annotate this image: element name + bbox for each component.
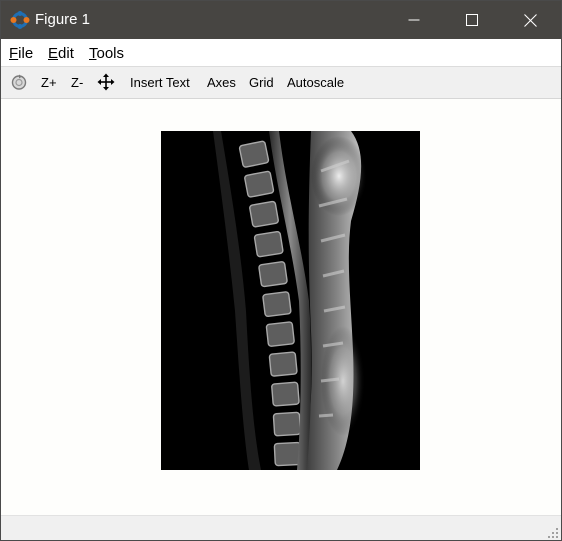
title-bar[interactable]: Figure 1 [1,1,561,39]
status-bar [1,515,561,540]
vertebral-body [265,321,295,347]
menu-tools-rest: ools [96,45,125,62]
minimize-button[interactable] [385,1,443,39]
menu-file-rest: ile [18,45,34,62]
grid-button[interactable]: Grid [249,75,274,90]
axes-button[interactable]: Axes [207,75,236,90]
vertebral-body [272,411,302,437]
figure-window: Figure 1 File Edit Tools Z+ Z- Insert Te… [0,0,562,541]
autoscale-button[interactable]: Autoscale [287,75,344,90]
menu-tools-mnemonic: T [89,45,97,62]
figure-canvas[interactable] [1,99,561,515]
window-title: Figure 1 [35,11,91,28]
menu-tools[interactable]: Tools [89,45,124,62]
vertebral-body [249,200,279,228]
maximize-icon [466,14,478,26]
maximize-button[interactable] [443,1,501,39]
spine-mri-graphic [213,131,367,470]
vertebral-body [244,170,275,198]
mri-image [161,131,420,470]
pan-icon[interactable] [97,73,115,91]
close-icon [523,13,537,27]
minimize-icon [408,19,420,21]
vertebral-body [268,351,298,377]
vertebral-body [253,230,284,258]
vertebral-body [271,381,300,407]
menu-file[interactable]: File [9,45,33,62]
figure-toolbar: Z+ Z- Insert Text Axes Grid Autoscale [1,66,561,99]
rotate-icon[interactable] [10,73,28,91]
vertebral-body [273,441,302,467]
octave-icon [10,10,30,30]
menu-bar: File Edit Tools [1,39,561,66]
vertebral-body [262,291,292,318]
insert-text-button[interactable]: Insert Text [130,75,190,90]
zoom-out-button[interactable]: Z- [71,75,83,90]
vertebral-body [238,140,270,168]
vertebral-body [258,261,288,288]
resize-grip-icon[interactable] [547,526,559,538]
menu-edit-mnemonic: E [48,45,59,62]
menu-file-mnemonic: F [9,45,19,62]
menu-edit[interactable]: Edit [48,45,74,62]
menu-edit-rest: dit [58,45,74,62]
zoom-in-button[interactable]: Z+ [41,75,57,90]
close-button[interactable] [501,1,559,39]
